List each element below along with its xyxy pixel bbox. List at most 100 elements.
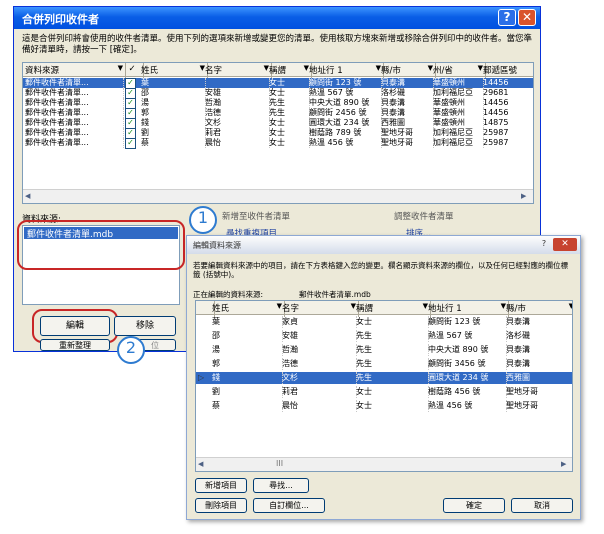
cell-last-name[interactable]: 蔡: [210, 400, 283, 412]
cell-title[interactable]: 先生: [354, 344, 429, 356]
cell-first-name[interactable]: 哲瀚: [280, 344, 357, 356]
cell-city[interactable]: 西雅圖: [504, 372, 572, 384]
cell-address[interactable]: 中央大道 890 號: [426, 344, 507, 356]
help-icon[interactable]: ?: [498, 9, 516, 26]
cell-title[interactable]: 女士: [354, 316, 429, 328]
cell-zip: 25987: [481, 138, 533, 148]
table-row[interactable]: 郵件收件者清單... ✓ 葉 女士 顧問街 123 號 貝泰溝 華盛頓州 144…: [23, 78, 533, 89]
cell-title[interactable]: 先生: [354, 330, 429, 342]
cell-title: 女士: [267, 78, 310, 88]
cell-last-name: 郭: [139, 108, 206, 118]
cell-first-name[interactable]: 家貞: [280, 316, 357, 328]
inner-dialog-title: 編輯資料來源: [193, 241, 241, 250]
scroll-right-icon[interactable]: ▶: [521, 192, 531, 201]
column-header-address[interactable]: 地址行 1 ▼: [307, 63, 384, 79]
cancel-button[interactable]: 取消: [511, 498, 573, 513]
column-header-city[interactable]: 縣/市 ▼: [379, 63, 436, 79]
refine-section-label: 新增至收件者清單: [222, 212, 291, 222]
cell-city[interactable]: 聖地牙哥: [504, 400, 572, 412]
cell-city: 聖地牙哥: [379, 138, 434, 148]
table-row[interactable]: 邵 安雄 先生 熱溫 567 號 洛杉磯: [196, 330, 572, 342]
cell-address[interactable]: 熱溫 456 號: [426, 400, 507, 412]
cell-title[interactable]: 女士: [354, 386, 429, 398]
cell-title[interactable]: 女士: [354, 400, 429, 412]
cell-city: 聖地牙哥: [379, 128, 434, 138]
cell-city[interactable]: 貝泰溝: [504, 316, 572, 328]
cell-address[interactable]: 顧問街 3456 號: [426, 358, 507, 370]
table-row[interactable]: 葉 家貞 女士 顧問街 123 號 貝泰溝: [196, 316, 572, 328]
table-row[interactable]: 郵件收件者清單... ✓ 湯 哲瀚 先生 中央大道 890 號 貝泰溝 華盛頓州…: [23, 98, 533, 109]
table-row[interactable]: 郵件收件者清單... ✓ 劉 莉君 女士 樹蔭路 789 號 聖地牙哥 加利福尼…: [23, 128, 533, 139]
cell-address[interactable]: 熱溫 567 號: [426, 330, 507, 342]
delete-entry-button[interactable]: 刪除項目: [195, 498, 247, 513]
cell-last-name[interactable]: 劉: [210, 386, 283, 398]
table-row[interactable]: 湯 哲瀚 先生 中央大道 890 號 貝泰溝: [196, 344, 572, 356]
cell-title[interactable]: 先生: [354, 358, 429, 370]
table-row[interactable]: 郵件收件者清單... ✓ 錢 文杉 女士 圓環大道 234 號 西雅圖 華盛頓州…: [23, 118, 533, 129]
cell-last-name[interactable]: 錢: [210, 372, 283, 384]
cell-first-name[interactable]: 文杉: [280, 372, 357, 384]
cell-city: 西雅圖: [379, 118, 434, 128]
inner-column-header-title[interactable]: 稱謂 ▼: [354, 301, 431, 317]
cell-title: 女士: [267, 88, 310, 98]
cell-address[interactable]: 顧問街 123 號: [426, 316, 507, 328]
ok-button[interactable]: 確定: [443, 498, 505, 513]
cell-last-name[interactable]: 邵: [210, 330, 283, 342]
cell-address: 顧問街 123 號: [307, 78, 382, 88]
cell-last-name[interactable]: 湯: [210, 344, 283, 356]
table-row[interactable]: 蔡 晨怡 女士 熱溫 456 號 聖地牙哥: [196, 400, 572, 412]
column-header-zip[interactable]: 郵遞區號: [481, 63, 533, 79]
reorganize-button[interactable]: 重新整理: [40, 339, 110, 351]
cell-data-source: 郵件收件者清單...: [23, 98, 124, 108]
inner-edit-grid[interactable]: 姓氏▼ 名字▼ 稱謂▼ 地址行 1▼ 縣/市▼ 葉 家貞 女士 顧問街 123 …: [195, 300, 573, 472]
cell-first-name[interactable]: 浩德: [280, 358, 357, 370]
column-header-first-name[interactable]: 名字 ▼: [203, 63, 272, 79]
step-marker-2: 2: [117, 336, 145, 364]
scroll-right-icon[interactable]: ▶: [561, 460, 566, 468]
table-row-selected[interactable]: ▷ 錢 文杉 先生 圓環大道 234 號 西雅圖: [196, 372, 572, 384]
inner-help-icon[interactable]: ?: [537, 239, 551, 251]
inner-column-header-address[interactable]: 地址行 1 ▼: [426, 301, 509, 317]
customize-columns-button[interactable]: 自訂欄位...: [253, 498, 325, 513]
cell-last-name[interactable]: 葉: [210, 316, 283, 328]
find-button[interactable]: 尋找...: [253, 478, 309, 493]
cell-city[interactable]: 貝泰溝: [504, 358, 572, 370]
close-icon[interactable]: ✕: [518, 9, 536, 26]
cell-title[interactable]: 先生: [354, 372, 429, 384]
horizontal-scrollbar[interactable]: ◀ ▶: [23, 189, 533, 203]
include-checkbox[interactable]: ✓: [125, 138, 136, 149]
cell-last-name: 邵: [139, 88, 206, 98]
table-row[interactable]: 劉 莉君 女士 樹蔭路 456 號 聖地牙哥: [196, 386, 572, 398]
cell-zip: 14456: [481, 108, 533, 118]
inner-close-icon[interactable]: ✕: [553, 238, 577, 251]
remove-button[interactable]: 移除: [114, 316, 176, 336]
column-header-data-source[interactable]: 資料來源 ▼: [23, 63, 126, 79]
inner-column-header-first-name[interactable]: 名字 ▼: [280, 301, 359, 317]
recipients-grid[interactable]: 資料來源 ▼ ✓ 姓氏 ▼ 名字 ▼ 稱謂 ▼ 地址行 1 ▼ 縣/市 ▼ 州/省 ▼ 郵遞區…: [22, 62, 534, 204]
inner-horizontal-scrollbar[interactable]: ◀ III ▶: [196, 457, 572, 471]
table-row[interactable]: 郵件收件者清單... ✓ 蔡 晨怡 女士 熱溫 456 號 聖地牙哥 加利福尼亞…: [23, 138, 533, 149]
scroll-left-icon[interactable]: ◀: [198, 460, 203, 468]
inner-column-header-last-name[interactable]: 姓氏 ▼: [210, 301, 285, 317]
new-entry-button[interactable]: 新增項目: [195, 478, 247, 493]
table-row[interactable]: 郵件收件者清單... ✓ 郭 浩德 先生 顧問街 2456 號 貝泰溝 華盛頓州…: [23, 108, 533, 119]
table-row[interactable]: 郵件收件者清單... ✓ 邵 安雄 女士 熱溫 567 號 洛杉磯 加利福尼亞 …: [23, 88, 533, 99]
inner-grid-header: 姓氏▼ 名字▼ 稱謂▼ 地址行 1▼ 縣/市▼: [196, 301, 572, 317]
column-header-state[interactable]: 州/省 ▼: [431, 63, 486, 79]
cell-city[interactable]: 洛杉磯: [504, 330, 572, 342]
cell-city[interactable]: 聖地牙哥: [504, 386, 572, 398]
inner-column-header-city[interactable]: 縣/市▼: [504, 301, 572, 317]
cell-city[interactable]: 貝泰溝: [504, 344, 572, 356]
scroll-thumb[interactable]: III: [276, 459, 283, 468]
cell-address[interactable]: 樹蔭路 456 號: [426, 386, 507, 398]
cell-first-name[interactable]: 晨怡: [280, 400, 357, 412]
scroll-left-icon[interactable]: ◀: [25, 192, 35, 201]
cell-address: 熱溫 456 號: [307, 138, 382, 148]
cell-last-name[interactable]: 郭: [210, 358, 283, 370]
cell-address[interactable]: 圓環大道 234 號: [426, 372, 507, 384]
column-header-title[interactable]: 稱謂 ▼: [267, 63, 312, 79]
cell-first-name[interactable]: 安雄: [280, 330, 357, 342]
column-header-last-name[interactable]: 姓氏 ▼: [139, 63, 208, 79]
cell-first-name[interactable]: 莉君: [280, 386, 357, 398]
table-row[interactable]: 郭 浩德 先生 顧問街 3456 號 貝泰溝: [196, 358, 572, 370]
